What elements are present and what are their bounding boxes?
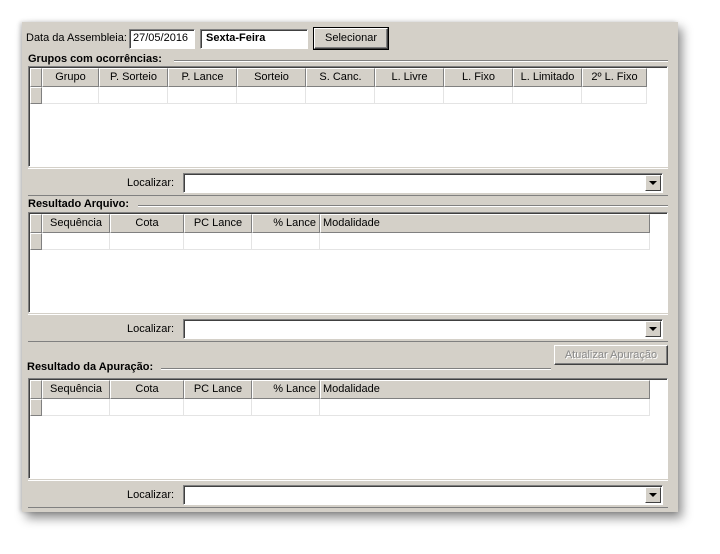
apuracao-divider (161, 368, 551, 370)
apuracao-search-combo[interactable] (183, 485, 663, 505)
row-indicator[interactable] (30, 87, 42, 104)
arquivo-grid[interactable]: Sequência Cota PC Lance % Lance Modalida… (28, 212, 668, 313)
grupos-search-label: Localizar: (127, 177, 175, 189)
date-input[interactable]: 27/05/2016 (129, 29, 195, 49)
chevron-down-icon (649, 181, 657, 185)
table-row[interactable] (30, 233, 650, 250)
row-indicator-header (30, 68, 42, 87)
update-apuracao-button[interactable]: Atualizar Apuração (554, 345, 668, 365)
col-pct-lance[interactable]: % Lance (252, 214, 320, 233)
chevron-down-icon (649, 327, 657, 331)
row-indicator-header (30, 380, 42, 399)
col-l-limitado[interactable]: L. Limitado (513, 68, 582, 87)
arquivo-section-title: Resultado Arquivo: (28, 198, 134, 210)
row-indicator[interactable] (30, 233, 42, 250)
col-p-sorteio[interactable]: P. Sorteio (99, 68, 168, 87)
arquivo-search-label: Localizar: (127, 323, 175, 335)
grupos-divider (174, 60, 668, 62)
chevron-down-icon (649, 493, 657, 497)
apuracao-search-label: Localizar: (127, 489, 175, 501)
col-sequencia[interactable]: Sequência (42, 214, 110, 233)
apuracao-section-title: Resultado da Apuração: (27, 361, 158, 373)
col-l-livre[interactable]: L. Livre (375, 68, 444, 87)
arquivo-search-combo[interactable] (183, 319, 663, 339)
grupos-grid[interactable]: Grupo P. Sorteio P. Lance Sorteio S. Can… (28, 66, 668, 167)
col-pc-lance[interactable]: PC Lance (184, 380, 252, 399)
col-2-l-fixo[interactable]: 2º L. Fixo (582, 68, 647, 87)
select-button[interactable]: Selecionar (313, 27, 389, 50)
grupos-grid-header: Grupo P. Sorteio P. Lance Sorteio S. Can… (30, 68, 647, 87)
row-indicator[interactable] (30, 399, 42, 416)
apuracao-grid[interactable]: Sequência Cota PC Lance % Lance Modalida… (28, 378, 668, 479)
grupos-search-combo[interactable] (183, 173, 663, 193)
table-row[interactable] (30, 87, 647, 104)
weekday-field: Sexta-Feira (200, 29, 308, 49)
col-cota[interactable]: Cota (110, 380, 184, 399)
col-pct-lance[interactable]: % Lance (252, 380, 320, 399)
col-s-canc[interactable]: S. Canc. (306, 68, 375, 87)
col-modalidade[interactable]: Modalidade (320, 380, 650, 399)
col-cota[interactable]: Cota (110, 214, 184, 233)
grupos-section-title: Grupos com ocorrências: (28, 53, 166, 65)
grupos-search-panel: Localizar: (28, 168, 668, 196)
col-modalidade[interactable]: Modalidade (320, 214, 650, 233)
col-sequencia[interactable]: Sequência (42, 380, 110, 399)
col-l-fixo[interactable]: L. Fixo (444, 68, 513, 87)
col-p-lance[interactable]: P. Lance (168, 68, 237, 87)
arquivo-search-panel: Localizar: (28, 314, 668, 342)
arquivo-combo-dropdown[interactable] (645, 321, 661, 337)
assembly-window: Data da Assembleia: 27/05/2016 Sexta-Fei… (22, 22, 678, 512)
col-grupo[interactable]: Grupo (42, 68, 99, 87)
grupos-combo-dropdown[interactable] (645, 175, 661, 191)
apuracao-grid-header: Sequência Cota PC Lance % Lance Modalida… (30, 380, 650, 399)
arquivo-divider (138, 205, 668, 207)
row-indicator-header (30, 214, 42, 233)
table-row[interactable] (30, 399, 650, 416)
arquivo-grid-header: Sequência Cota PC Lance % Lance Modalida… (30, 214, 650, 233)
apuracao-combo-dropdown[interactable] (645, 487, 661, 503)
col-sorteio[interactable]: Sorteio (237, 68, 306, 87)
col-pc-lance[interactable]: PC Lance (184, 214, 252, 233)
apuracao-search-panel: Localizar: (28, 480, 668, 508)
date-label: Data da Assembleia: (26, 32, 127, 44)
